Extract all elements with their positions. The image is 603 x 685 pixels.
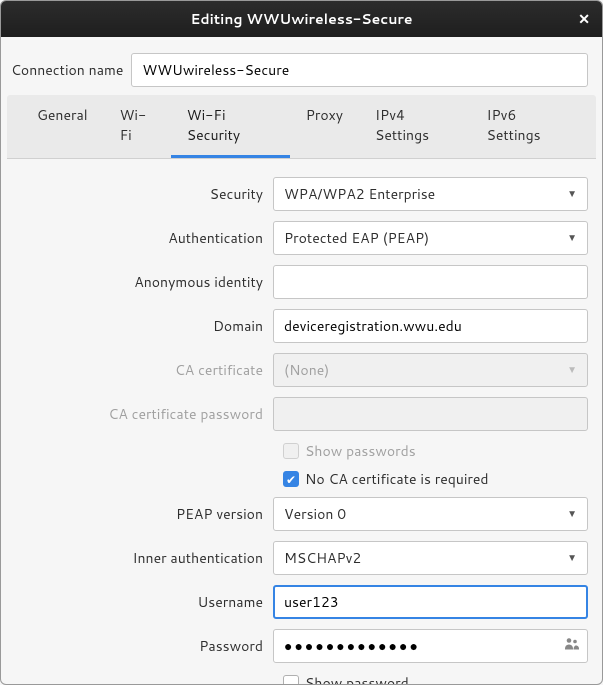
- security-label: Security: [15, 184, 273, 204]
- authentication-value: Protected EAP (PEAP): [284, 228, 429, 248]
- close-icon[interactable]: ✕: [578, 9, 590, 29]
- show-password-row: Show password: [15, 673, 588, 685]
- chevron-down-icon: ▼: [567, 507, 577, 521]
- titlebar: Editing WWUwireless-Secure ✕: [1, 1, 602, 37]
- no-ca-required-checkbox[interactable]: ✔: [283, 471, 299, 487]
- window: Editing WWUwireless-Secure ✕ Connection …: [0, 0, 603, 685]
- authentication-label: Authentication: [15, 228, 273, 248]
- connection-name-row: Connection name: [1, 37, 602, 95]
- ca-cert-select: (None) ▼: [273, 353, 588, 387]
- username-label: Username: [15, 592, 273, 612]
- ca-cert-password-input: [273, 397, 588, 431]
- username-input[interactable]: [273, 585, 588, 619]
- ca-cert-label: CA certificate: [15, 360, 273, 380]
- inner-auth-label: Inner authentication: [15, 548, 273, 568]
- tab-wifi[interactable]: Wi-Fi: [104, 95, 171, 158]
- password-input[interactable]: [273, 629, 588, 663]
- security-value: WPA/WPA2 Enterprise: [284, 184, 435, 204]
- domain-input[interactable]: [273, 309, 588, 343]
- form: Security WPA/WPA2 Enterprise ▼ Authentic…: [1, 159, 602, 685]
- chevron-down-icon: ▼: [567, 363, 577, 377]
- anonymous-identity-label: Anonymous identity: [15, 272, 273, 292]
- tab-proxy[interactable]: Proxy: [290, 95, 359, 158]
- chevron-down-icon: ▼: [567, 231, 577, 245]
- show-password-label: Show password: [305, 673, 409, 685]
- chevron-down-icon: ▼: [567, 187, 577, 201]
- users-icon[interactable]: [564, 636, 580, 657]
- anonymous-identity-input[interactable]: [273, 265, 588, 299]
- no-ca-required-label: No CA certificate is required: [305, 469, 489, 489]
- inner-auth-select[interactable]: MSCHAPv2 ▼: [273, 541, 588, 575]
- show-password-checkbox[interactable]: [283, 675, 299, 685]
- ca-cert-password-label: CA certificate password: [15, 404, 273, 424]
- show-passwords-row: Show passwords: [15, 441, 588, 461]
- tab-wifi-security[interactable]: Wi-Fi Security: [171, 95, 290, 158]
- domain-label: Domain: [15, 316, 273, 336]
- show-passwords-label: Show passwords: [305, 441, 416, 461]
- security-select[interactable]: WPA/WPA2 Enterprise ▼: [273, 177, 588, 211]
- tab-ipv6[interactable]: IPv6 Settings: [471, 95, 582, 158]
- password-label: Password: [15, 636, 273, 656]
- window-title: Editing WWUwireless-Secure: [190, 9, 412, 29]
- connection-name-input[interactable]: [131, 53, 588, 87]
- tab-ipv4[interactable]: IPv4 Settings: [359, 95, 470, 158]
- inner-auth-value: MSCHAPv2: [284, 548, 361, 568]
- connection-name-label: Connection name: [11, 60, 123, 80]
- tab-general[interactable]: General: [21, 95, 104, 158]
- no-ca-required-row: ✔ No CA certificate is required: [15, 469, 588, 489]
- authentication-select[interactable]: Protected EAP (PEAP) ▼: [273, 221, 588, 255]
- peap-version-label: PEAP version: [15, 504, 273, 524]
- peap-version-select[interactable]: Version 0 ▼: [273, 497, 588, 531]
- tabbar: General Wi-Fi Wi-Fi Security Proxy IPv4 …: [7, 95, 596, 159]
- ca-cert-value: (None): [284, 360, 329, 380]
- peap-version-value: Version 0: [284, 504, 346, 524]
- show-passwords-checkbox: [283, 443, 299, 459]
- chevron-down-icon: ▼: [567, 551, 577, 565]
